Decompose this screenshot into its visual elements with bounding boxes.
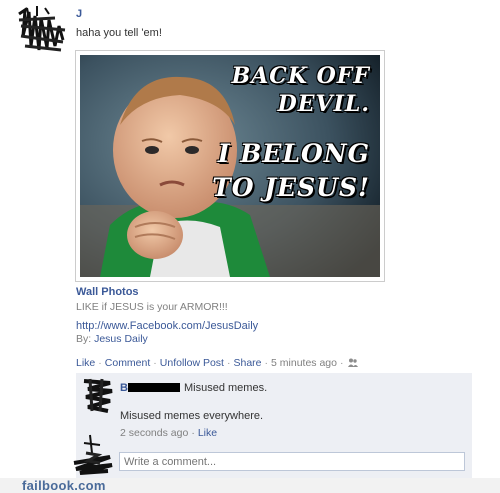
by-label: By: (76, 333, 92, 345)
separator: · (226, 357, 231, 369)
current-user-avatar (70, 433, 114, 475)
comment-inline-text: Misused memes. (184, 382, 268, 394)
comment-item: B Misused memes. Misused memes everywher… (76, 373, 472, 448)
separator: · (264, 357, 269, 369)
meme-line-4: TO JESUS! (212, 173, 370, 202)
post-actions: Like · Comment · Unfollow Post · Share · 5 minut… (76, 357, 359, 369)
post-timestamp[interactable]: 5 minutes ago (271, 357, 337, 369)
album-title-link[interactable]: Wall Photos (76, 286, 139, 298)
share-button[interactable]: Share (233, 357, 261, 369)
write-comment-row (73, 434, 472, 479)
unfollow-button[interactable]: Unfollow Post (160, 357, 224, 369)
separator: · (98, 357, 102, 369)
meme-line-2: DEVIL. (277, 91, 370, 117)
separator: · (339, 357, 344, 369)
comment-meta: 2 seconds ago · Like (120, 427, 217, 439)
watermark-bar: failbook.com (0, 478, 500, 493)
comment-body: Misused memes everywhere. (120, 410, 264, 422)
meme-image: BACK OFF DEVIL. I BELONG TO JESUS! (80, 55, 380, 277)
meme-line-1: BACK OFF (231, 63, 370, 89)
comment-input[interactable] (119, 452, 465, 471)
post-photo[interactable]: BACK OFF DEVIL. I BELONG TO JESUS! (75, 50, 385, 282)
comment-timestamp[interactable]: 2 seconds ago (120, 427, 188, 439)
commenter-avatar[interactable] (80, 377, 114, 413)
audience-icon[interactable] (348, 358, 359, 367)
like-button[interactable]: Like (76, 357, 95, 369)
comment-like-button[interactable]: Like (198, 427, 217, 439)
commenter-name[interactable]: B (120, 382, 128, 394)
post-text: haha you tell 'em! (76, 27, 162, 39)
meme-line-3: I BELONG (217, 139, 370, 168)
photo-caption: LIKE if JESUS is your ARMOR!!! (76, 301, 228, 313)
redaction-bar (128, 383, 180, 392)
author-avatar[interactable] (15, 6, 69, 56)
by-page-link[interactable]: Jesus Daily (94, 333, 148, 345)
by-line: By: Jesus Daily (76, 333, 148, 345)
post-author[interactable]: J (76, 8, 82, 20)
separator: · (191, 427, 195, 439)
watermark-logo: failbook.com (22, 478, 106, 493)
source-link[interactable]: http://www.Facebook.com/JesusDaily (76, 320, 258, 332)
comment-button[interactable]: Comment (105, 357, 151, 369)
separator: · (153, 357, 157, 369)
